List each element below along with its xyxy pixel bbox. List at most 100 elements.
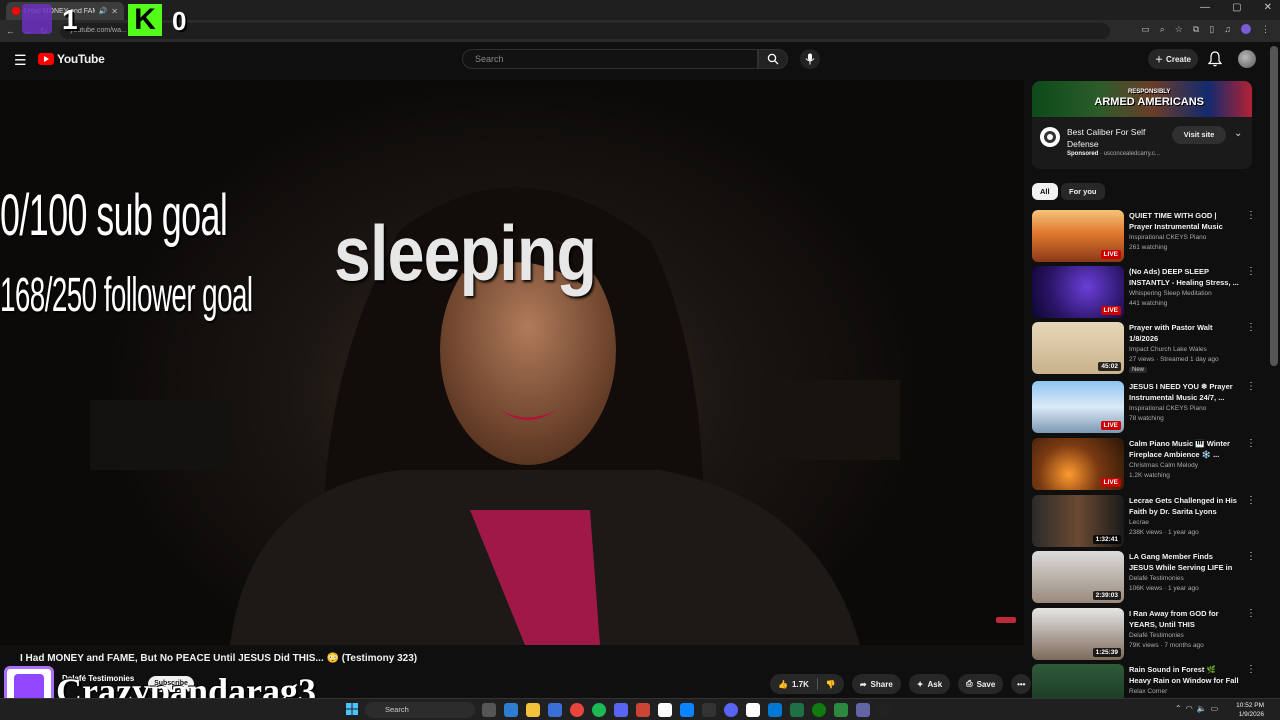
recommendation-title[interactable]: Rain Sound in Forest 🌿 Heavy Rain on Win…	[1129, 664, 1239, 686]
back-icon[interactable]: ←	[6, 26, 15, 36]
file-explorer-icon[interactable]	[526, 703, 540, 717]
excel-icon[interactable]	[790, 703, 804, 717]
like-count[interactable]: 1.7K	[792, 680, 809, 689]
copilot-icon[interactable]	[504, 703, 518, 717]
more-options-icon[interactable]: ⋮	[1246, 495, 1256, 506]
video-thumbnail[interactable]: LIVE	[1032, 210, 1124, 262]
voice-search-button[interactable]	[800, 49, 820, 69]
tray-chevron-icon[interactable]: ⌃	[1175, 704, 1182, 713]
recommendation-channel[interactable]: Delafé Testimonies	[1129, 632, 1184, 639]
wifi-icon[interactable]: ◠	[1186, 704, 1193, 713]
ad-banner[interactable]: RESPONSIBLY ARMED AMERICANS	[1032, 81, 1252, 117]
recommendation-channel[interactable]: Whispering Sleep Meditation	[1129, 290, 1212, 297]
close-tab-icon[interactable]: ✕	[111, 7, 118, 16]
search-input[interactable]: Search	[462, 49, 758, 69]
recommendation-channel[interactable]: Inspirational CKEYS Piano	[1129, 234, 1206, 241]
channel-watermark-icon[interactable]	[996, 617, 1016, 623]
recommendation-title[interactable]: Prayer with Pastor Walt 1/8/2026	[1129, 322, 1239, 344]
notifications-bell-icon[interactable]	[1208, 51, 1222, 67]
video-thumbnail[interactable]: 45:02	[1032, 322, 1124, 374]
save-button[interactable]: ⎙ Save	[958, 674, 1004, 694]
battery-icon[interactable]: ▭	[1211, 704, 1219, 713]
recommendation-item[interactable]: 1:25:39 I Ran Away from GOD for YEARS, U…	[1032, 608, 1262, 662]
outlook-icon[interactable]	[768, 703, 782, 717]
youtube-logo[interactable]: YouTube	[38, 52, 105, 66]
windows-start-icon[interactable]	[346, 703, 358, 715]
calculator-icon[interactable]	[636, 703, 650, 717]
video-thumbnail[interactable]: 1:25:39	[1032, 608, 1124, 660]
maximize-icon[interactable]: ▢	[1232, 2, 1241, 13]
url-field[interactable]: youtube.com/wa... bey-rbJkto	[60, 23, 1110, 39]
like-icon[interactable]: 👍	[778, 680, 788, 689]
video-thumbnail[interactable]: LIVE	[1032, 381, 1124, 433]
minimize-icon[interactable]: —	[1200, 2, 1210, 13]
chip-all[interactable]: All	[1032, 183, 1058, 200]
video-thumbnail[interactable]: 2:39:03	[1032, 551, 1124, 603]
video-thumbnail[interactable]: LIVE	[1032, 438, 1124, 490]
more-options-icon[interactable]: ⋮	[1246, 438, 1256, 449]
page-scrollbar[interactable]	[1270, 46, 1278, 366]
more-actions-button[interactable]: •••	[1011, 674, 1032, 694]
more-options-icon[interactable]: ⋮	[1246, 381, 1256, 392]
more-options-icon[interactable]: ⋮	[1246, 551, 1256, 562]
recommendation-item[interactable]: LIVE QUIET TIME WITH GOD | Prayer Instru…	[1032, 210, 1262, 264]
chip-for-you[interactable]: For you	[1061, 183, 1105, 200]
cast-icon[interactable]: ▭	[1141, 24, 1150, 35]
profile-icon[interactable]	[1241, 24, 1251, 34]
video-thumbnail[interactable]: 1:32:41	[1032, 495, 1124, 547]
capcut-icon[interactable]	[702, 703, 716, 717]
recommendation-item[interactable]: LIVE JESUS I NEED YOU ❄ Prayer Instrumen…	[1032, 381, 1262, 435]
close-window-icon[interactable]: ✕	[1264, 2, 1272, 13]
recommendation-title[interactable]: I Ran Away from GOD for YEARS, Until THI…	[1129, 608, 1239, 630]
recommendation-title[interactable]: (No Ads) DEEP SLEEP INSTANTLY - Healing …	[1129, 266, 1239, 288]
sidebar-icon[interactable]: ▯	[1209, 24, 1214, 35]
zoom-icon[interactable]: ⌕	[1160, 24, 1165, 35]
recommendation-channel[interactable]: Lecrae	[1129, 519, 1149, 526]
advertiser-logo-icon[interactable]	[1040, 127, 1060, 147]
teams-icon[interactable]	[856, 703, 870, 717]
more-options-icon[interactable]: ⋮	[1246, 664, 1256, 675]
visit-site-button[interactable]: Visit site	[1172, 126, 1226, 144]
recommendation-item[interactable]: LIVE (No Ads) DEEP SLEEP INSTANTLY - Hea…	[1032, 266, 1262, 320]
search-button[interactable]	[758, 49, 788, 69]
taskbar-search[interactable]: Search	[365, 702, 475, 718]
share-button[interactable]: ➦ Share	[851, 674, 901, 694]
tiktok-icon[interactable]	[658, 703, 672, 717]
app-icon-2[interactable]	[680, 703, 694, 717]
volume-icon[interactable]: 🔈	[1197, 704, 1207, 713]
recommendation-item[interactable]: 2:39:03 LA Gang Member Finds JESUS While…	[1032, 551, 1262, 605]
recommendation-channel[interactable]: Delafé Testimonies	[1129, 575, 1184, 582]
video-player[interactable]: 0/100 sub goal 168/250 follower goal sle…	[0, 80, 1024, 645]
recommendation-channel[interactable]: Inspirational CKEYS Piano	[1129, 405, 1206, 412]
obs-icon[interactable]	[878, 703, 892, 717]
recommendation-channel[interactable]: Impact Church Lake Wales	[1129, 346, 1207, 353]
recommendation-title[interactable]: JESUS I NEED YOU ❄ Prayer Instrumental M…	[1129, 381, 1239, 403]
spotify-icon[interactable]	[592, 703, 606, 717]
recommendation-title[interactable]: Calm Piano Music 🎹 Winter Fireplace Ambi…	[1129, 438, 1239, 460]
kick-icon[interactable]	[746, 703, 760, 717]
chevron-down-icon[interactable]: ⌄	[1234, 128, 1242, 139]
audio-icon[interactable]: 🔊	[99, 7, 108, 15]
recommendation-channel[interactable]: Relax Corner	[1129, 688, 1167, 695]
more-options-icon[interactable]: ⋮	[1246, 608, 1256, 619]
chrome-icon[interactable]	[570, 703, 584, 717]
task-view-icon[interactable]	[482, 703, 496, 717]
recommendation-item[interactable]: 45:02 Prayer with Pastor Walt 1/8/2026 I…	[1032, 322, 1262, 376]
recommendation-title[interactable]: Lecrae Gets Challenged in His Faith by D…	[1129, 495, 1239, 517]
menu-dots-icon[interactable]: ⋮	[1261, 24, 1270, 35]
recommendation-title[interactable]: LA Gang Member Finds JESUS While Serving…	[1129, 551, 1239, 573]
app-icon[interactable]	[614, 703, 628, 717]
more-options-icon[interactable]: ⋮	[1246, 266, 1256, 277]
more-options-icon[interactable]: ⋮	[1246, 210, 1256, 221]
media-icon[interactable]: ♫	[1224, 24, 1231, 35]
dislike-icon[interactable]: 👎	[826, 680, 836, 689]
ask-button[interactable]: ✦ Ask	[908, 674, 951, 694]
video-thumbnail[interactable]: LIVE	[1032, 266, 1124, 318]
recommendation-item[interactable]: LIVE Calm Piano Music 🎹 Winter Fireplace…	[1032, 438, 1262, 492]
taskbar-clock[interactable]: 10:52 PM 1/9/2026	[1230, 701, 1264, 719]
discord-icon[interactable]	[724, 703, 738, 717]
recommendation-item[interactable]: 1:32:41 Lecrae Gets Challenged in His Fa…	[1032, 495, 1262, 549]
account-avatar[interactable]	[1238, 50, 1256, 68]
app-icon-3[interactable]	[834, 703, 848, 717]
recommendation-title[interactable]: QUIET TIME WITH GOD | Prayer Instrumenta…	[1129, 210, 1239, 232]
